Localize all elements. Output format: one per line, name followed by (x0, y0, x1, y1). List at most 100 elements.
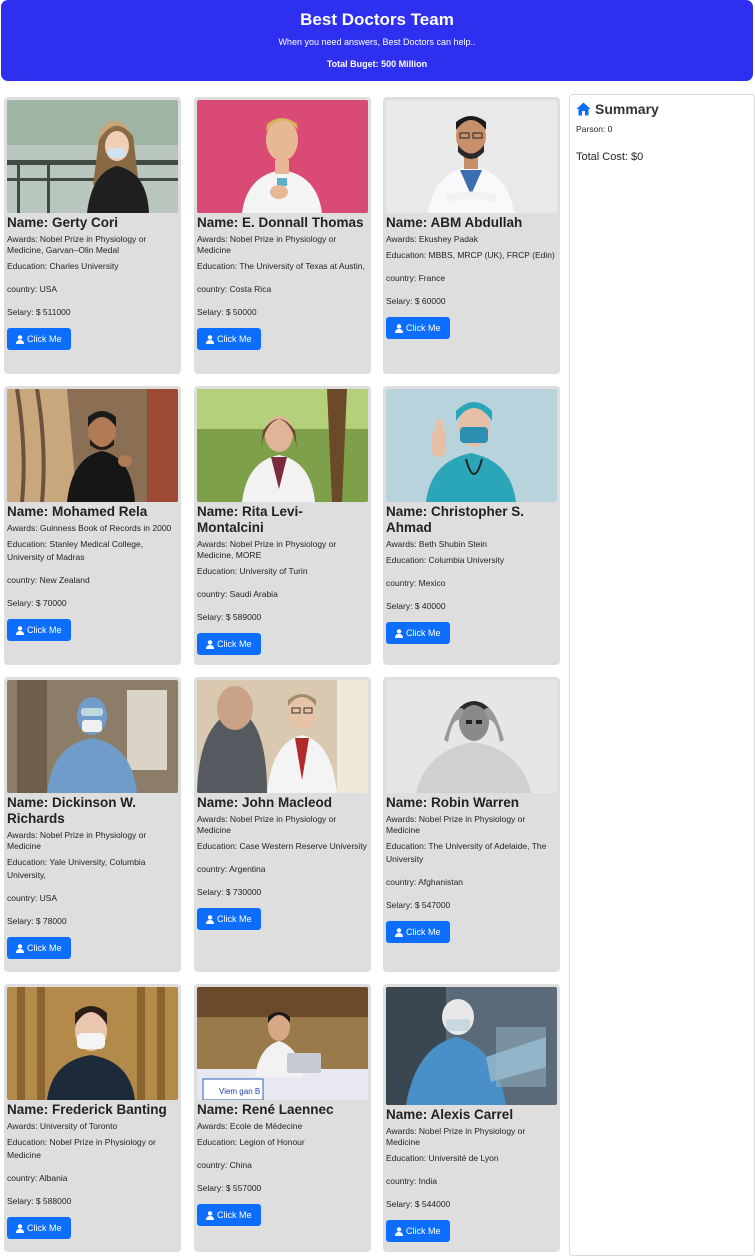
summary-panel: Summary Parson: 0 Total Cost: $0 (569, 94, 755, 1256)
page-subtitle: When you need answers, Best Doctors can … (278, 37, 476, 47)
home-icon (576, 102, 591, 116)
total-budget: Total Buget: 500 Million (326, 59, 428, 69)
doctor-name: Name: Gerty Cori (7, 215, 119, 230)
button-label: Click Me (27, 943, 62, 953)
doctor-name: Name: Mohamed Rela (7, 504, 148, 519)
click-me-button[interactable]: Click Me (197, 1204, 261, 1226)
user-icon (16, 1223, 24, 1233)
doctor-name: Name: E. Donnall Thomas (197, 215, 364, 230)
click-me-button[interactable]: Click Me (386, 622, 450, 644)
doctor-card: Name: Rita Levi-Montalcini Awards: Nobel… (194, 386, 371, 665)
doctor-card: Name: John Macleod Awards: Nobel Prize i… (194, 677, 371, 972)
doctor-awards: Awards: Ecole de Médecine (197, 1121, 303, 1131)
doctor-card: Name: Frederick Banting Awards: Universi… (4, 984, 181, 1252)
doctor-salary: Selary: $ 70000 (7, 598, 67, 608)
doctor-country: country: USA (7, 284, 58, 294)
doctor-country: country: Saudi Arabia (197, 589, 278, 599)
doctor-salary: Selary: $ 60000 (386, 296, 446, 306)
doctor-education: Education: Nobel Prize in Physiology or … (7, 1137, 156, 1160)
button-label: Click Me (217, 639, 252, 649)
doctor-salary: Selary: $ 557000 (197, 1183, 262, 1193)
doctor-card: Name: Mohamed Rela Awards: Guinness Book… (4, 386, 181, 665)
doctor-education: Education: Case Western Reserve Universi… (197, 841, 367, 851)
doctor-awards: Awards: Nobel Prize in Physiology or Med… (7, 234, 147, 255)
user-icon (395, 323, 403, 333)
doctor-salary: Selary: $ 40000 (386, 601, 446, 611)
doctor-name: Name: René Laennec (197, 1102, 334, 1117)
doctor-country: country: India (386, 1176, 438, 1186)
doctor-awards: Awards: Beth Shubin Stein (386, 539, 487, 549)
doctor-card: Name: Gerty Cori Awards: Nobel Prize in … (4, 97, 181, 374)
user-icon (206, 1210, 214, 1220)
doctor-education: Education: The University of Adelaide, T… (386, 841, 547, 864)
doctor-card: Name: Dickinson W. Richards Awards: Nobe… (4, 677, 181, 972)
doctor-name: Name: Robin Warren (386, 795, 520, 810)
click-me-button[interactable]: Click Me (7, 937, 71, 959)
user-icon (395, 927, 403, 937)
doctor-card: Viem gan B Name: René Laennec Awards: Ec… (194, 984, 371, 1252)
doctor-photo (197, 389, 368, 502)
doctor-awards: Awards: University of Toronto (7, 1121, 118, 1131)
doctor-education: Education: MBBS, MRCP (UK), FRCP (Edin) (386, 250, 555, 260)
button-label: Click Me (27, 334, 62, 344)
doctor-education: Education: Charles University (7, 261, 119, 271)
user-icon (16, 334, 24, 344)
doctor-photo: Viem gan B (197, 987, 368, 1100)
user-icon (206, 639, 214, 649)
doctor-salary: Selary: $ 511000 (7, 307, 71, 317)
doctor-card: Name: Robin Warren Awards: Nobel Prize i… (383, 677, 560, 972)
doctor-salary: Selary: $ 589000 (197, 612, 262, 622)
doctor-country: country: Albania (7, 1173, 68, 1183)
doctor-card: Name: Alexis Carrel Awards: Nobel Prize … (383, 984, 560, 1252)
doctor-salary: Selary: $ 547000 (386, 900, 451, 910)
doctor-awards: Awards: Ekushey Padak (386, 234, 478, 244)
doctor-photo (197, 680, 368, 793)
doctor-country: country: New Zealand (7, 575, 90, 585)
doctor-country: country: France (386, 273, 446, 283)
doctor-education: Education: Stanley Medical College, Univ… (7, 539, 144, 562)
click-me-button[interactable]: Click Me (7, 328, 71, 350)
click-me-button[interactable]: Click Me (197, 328, 261, 350)
click-me-button[interactable]: Click Me (386, 1220, 450, 1242)
click-me-button[interactable]: Click Me (7, 1217, 71, 1239)
click-me-button[interactable]: Click Me (386, 317, 450, 339)
user-icon (395, 1226, 403, 1236)
doctor-awards: Awards: Nobel Prize in Physiology or Med… (197, 814, 337, 835)
button-label: Click Me (217, 334, 252, 344)
doctor-education: Education: Legion of Honour (197, 1137, 305, 1147)
doctor-country: country: China (197, 1160, 252, 1170)
page-header: Best Doctors Team When you need answers,… (1, 0, 753, 81)
doctor-education: Education: University of Turin (197, 566, 308, 576)
click-me-button[interactable]: Click Me (197, 633, 261, 655)
page-title: Best Doctors Team (300, 10, 454, 29)
doctor-name: Name: Alexis Carrel (386, 1107, 514, 1122)
button-label: Click Me (406, 323, 441, 333)
total-cost: Total Cost: $0 (576, 151, 644, 163)
doctor-awards: Awards: Nobel Prize in Physiology or Med… (7, 830, 147, 851)
doctor-photo (7, 389, 178, 502)
doctor-education: Education: Columbia University (386, 555, 505, 565)
doctor-photo (386, 680, 557, 793)
doctor-card: Name: ABM Abdullah Awards: Ekushey Padak… (383, 97, 560, 374)
doctor-awards: Awards: Nobel Prize in Physiology or Med… (386, 814, 526, 835)
doctor-salary: Selary: $ 544000 (386, 1199, 451, 1209)
click-me-button[interactable]: Click Me (197, 908, 261, 930)
doctor-photo (386, 100, 557, 213)
doctor-photo (386, 987, 557, 1105)
doctor-card: Name: E. Donnall Thomas Awards: Nobel Pr… (194, 97, 371, 374)
doctor-card: Name: Christopher S. Ahmad Awards: Beth … (383, 386, 560, 665)
click-me-button[interactable]: Click Me (7, 619, 71, 641)
doctor-salary: Selary: $ 50000 (197, 307, 257, 317)
photo-sign-text: Viem gan B (219, 1087, 260, 1096)
doctor-education: Education: Yale University, Columbia Uni… (7, 857, 146, 880)
doctor-awards: Awards: Nobel Prize in Physiology or Med… (197, 539, 337, 560)
doctor-name: Name: ABM Abdullah (386, 215, 523, 230)
doctor-name: Name: John Macleod (197, 795, 333, 810)
button-label: Click Me (217, 1210, 252, 1220)
doctor-salary: Selary: $ 78000 (7, 916, 67, 926)
button-label: Click Me (406, 1226, 441, 1236)
doctor-photo (7, 100, 178, 213)
doctor-country: country: Costa Rica (197, 284, 272, 294)
user-icon (206, 334, 214, 344)
click-me-button[interactable]: Click Me (386, 921, 450, 943)
